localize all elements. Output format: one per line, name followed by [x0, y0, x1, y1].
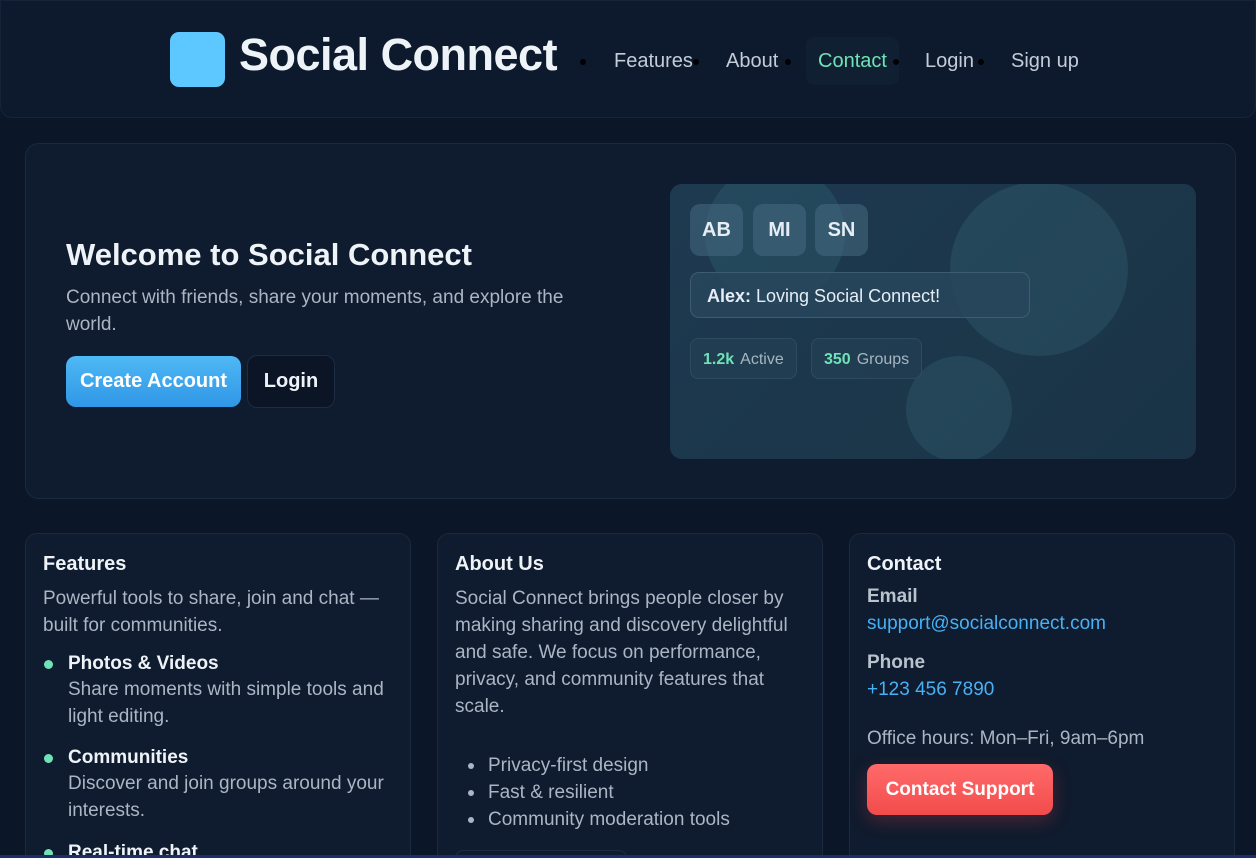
- login-button[interactable]: Login: [247, 355, 335, 408]
- stat-badge: 350 Groups: [811, 338, 923, 379]
- email-label: Email: [867, 586, 918, 607]
- message-author: Alex:: [707, 286, 752, 306]
- nav-separator-dot: [693, 59, 699, 65]
- contact-support-button[interactable]: Contact Support: [867, 764, 1053, 815]
- feature-title: Communities: [68, 747, 189, 768]
- about-title: About Us: [455, 553, 544, 575]
- create-account-button[interactable]: Create Account: [66, 356, 241, 407]
- brand-name[interactable]: Social Connect: [239, 29, 558, 81]
- avatar: AB: [690, 204, 743, 256]
- stat-label: Active: [740, 351, 784, 368]
- features-intro: Powerful tools to share, join and chat —…: [43, 588, 379, 636]
- list-item: Fast & resilient: [468, 779, 730, 806]
- feature-desc: Discover and join groups around your int…: [68, 773, 384, 821]
- stat-label: Groups: [856, 351, 910, 368]
- email-link[interactable]: support@socialconnect.com: [867, 613, 1106, 635]
- nav-about[interactable]: About: [714, 37, 790, 85]
- phone-label: Phone: [867, 652, 926, 673]
- avatar: SN: [815, 204, 868, 256]
- nav-login[interactable]: Login: [913, 37, 986, 85]
- nav-features[interactable]: Features: [602, 37, 705, 85]
- bullet-dot-icon: [44, 660, 53, 669]
- hero-title: Welcome to Social Connect: [66, 237, 472, 272]
- nav-contact[interactable]: Contact: [806, 37, 899, 85]
- hero-subtitle: Connect with friends, share your moments…: [66, 287, 564, 335]
- nav-separator-dot: [785, 59, 791, 65]
- nav-signup[interactable]: Sign up: [999, 37, 1091, 85]
- message-text: Loving Social Connect!: [751, 286, 941, 306]
- list-item: Community moderation tools: [468, 806, 730, 833]
- stat-value: 1.2k: [703, 351, 735, 368]
- list-item: Privacy-first design: [468, 752, 730, 779]
- avatar: MI: [753, 204, 806, 256]
- about-text: Social Connect brings people closer by m…: [455, 588, 788, 717]
- nav-separator-dot: [893, 59, 899, 65]
- feature-item: Photos & Videos Share moments with simpl…: [43, 651, 393, 730]
- contact-card: Contact Email support@socialconnect.com …: [849, 533, 1235, 858]
- hero-section: Welcome to Social Connect Connect with f…: [25, 143, 1236, 499]
- feature-item: Communities Discover and join groups aro…: [43, 745, 393, 824]
- about-bullet-list: Privacy-first design Fast & resilient Co…: [468, 752, 730, 833]
- site-header: Social Connect Features About Contact Lo…: [0, 0, 1256, 118]
- stat-badge: 1.2k Active: [690, 338, 797, 379]
- office-hours: Office hours: Mon–Fri, 9am–6pm: [867, 728, 1145, 749]
- contact-title: Contact: [867, 553, 942, 575]
- nav-separator-dot: [580, 59, 586, 65]
- decorative-bubble: [950, 184, 1128, 356]
- logo-icon[interactable]: [170, 32, 225, 87]
- feature-title: Photos & Videos: [68, 653, 219, 674]
- stat-value: 350: [824, 351, 851, 368]
- about-card: About Us Social Connect brings people cl…: [437, 533, 823, 858]
- social-preview-card: AB MI SN Alex: Loving Social Connect! 1.…: [670, 184, 1196, 459]
- bullet-dot-icon: [44, 754, 53, 763]
- chat-message: Alex: Loving Social Connect!: [690, 272, 1030, 318]
- phone-link[interactable]: +123 456 7890: [867, 679, 994, 701]
- nav-separator-dot: [978, 59, 984, 65]
- feature-desc: Share moments with simple tools and ligh…: [68, 679, 384, 727]
- features-title: Features: [43, 553, 127, 575]
- features-card: Features Powerful tools to share, join a…: [25, 533, 411, 858]
